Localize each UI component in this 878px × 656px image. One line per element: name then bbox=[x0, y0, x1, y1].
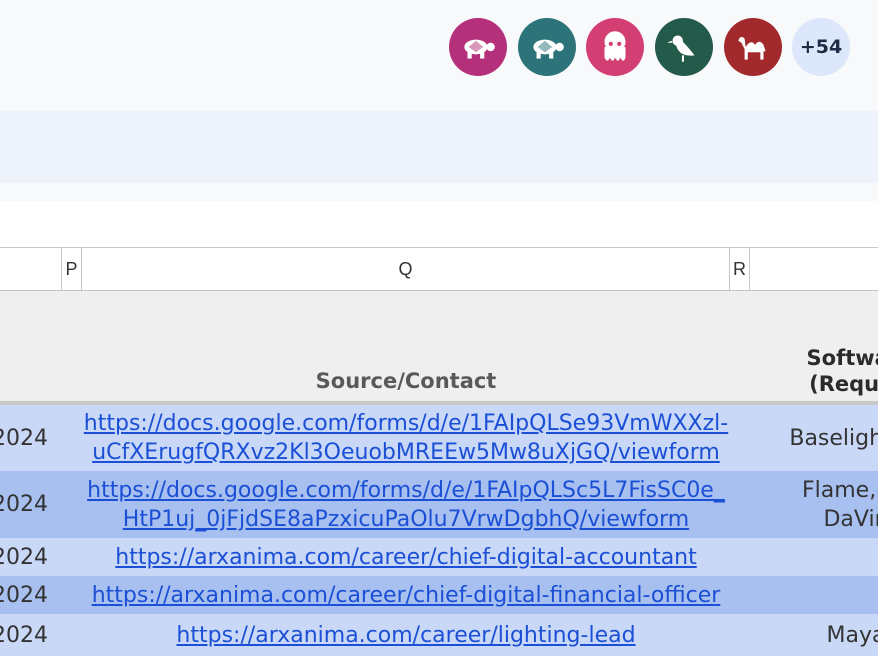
column-header-r[interactable]: R bbox=[730, 248, 750, 290]
column-header-q[interactable]: Q bbox=[82, 248, 730, 290]
camel-icon bbox=[738, 36, 766, 60]
source-link[interactable]: https://docs.google.com/forms/d/e/1FAIpQ… bbox=[82, 471, 730, 538]
header-software-line1: Software bbox=[806, 346, 878, 370]
date-cell[interactable]: 2024 bbox=[0, 405, 48, 471]
software-cell[interactable] bbox=[756, 576, 878, 614]
date-cell[interactable]: 2024 bbox=[0, 576, 48, 614]
table-header-row: Source/Contact Software (Require bbox=[0, 291, 878, 405]
table-row[interactable]: 2024 https://arxanima.com/career/chief-d… bbox=[0, 576, 878, 614]
avatar[interactable] bbox=[724, 18, 782, 76]
source-link[interactable]: https://docs.google.com/forms/d/e/1FAIpQ… bbox=[82, 405, 730, 471]
source-link-line2: HtP1uj_0jFjdSE8aPzxicuPaOlu7VrwDgbhQ/vie… bbox=[122, 506, 690, 532]
software-line1: Flame, Av bbox=[802, 477, 878, 503]
avatar[interactable] bbox=[586, 18, 644, 76]
source-link[interactable]: https://arxanima.com/career/chief-digita… bbox=[82, 538, 730, 576]
bird-icon bbox=[667, 35, 695, 62]
software-cell[interactable] bbox=[756, 538, 878, 576]
table-row[interactable]: 2024 https://docs.google.com/forms/d/e/1… bbox=[0, 471, 878, 538]
source-link[interactable]: https://arxanima.com/career/lighting-lea… bbox=[82, 614, 730, 656]
date-cell[interactable]: 2024 bbox=[0, 614, 48, 656]
software-line2: DaVin bbox=[823, 506, 878, 532]
header-software-line2: (Require bbox=[809, 372, 878, 396]
table-row[interactable]: 2024 https://arxanima.com/career/lightin… bbox=[0, 614, 878, 656]
software-cell[interactable]: Flame, Av DaVin bbox=[756, 471, 878, 538]
turtle-icon bbox=[533, 39, 564, 59]
avatar[interactable] bbox=[518, 18, 576, 76]
squid-icon bbox=[604, 31, 626, 61]
table-row[interactable]: 2024 https://arxanima.com/career/chief-d… bbox=[0, 538, 878, 576]
table-row[interactable]: 2024 https://docs.google.com/forms/d/e/1… bbox=[0, 405, 878, 471]
date-cell[interactable]: 2024 bbox=[0, 538, 48, 576]
column-header-o[interactable] bbox=[0, 248, 62, 290]
software-cell[interactable]: Baselight, D bbox=[756, 405, 878, 471]
column-headers: P Q R bbox=[0, 247, 878, 292]
source-link-line1: https://docs.google.com/forms/d/e/1FAIpQ… bbox=[87, 477, 725, 503]
software-cell[interactable]: Maya bbox=[756, 614, 878, 656]
header-source-contact[interactable]: Source/Contact bbox=[82, 369, 730, 393]
source-link-line2: uCfXErugfQRXvz2Kl3OeuobMREEw5Mw8uXjGQ/vi… bbox=[92, 440, 720, 465]
turtle-icon bbox=[464, 39, 495, 59]
avatar[interactable] bbox=[449, 18, 507, 76]
more-collaborators-badge[interactable]: +54 bbox=[792, 18, 850, 76]
source-link-line1: https://docs.google.com/forms/d/e/1FAIpQ… bbox=[83, 411, 729, 436]
column-header-p[interactable]: P bbox=[62, 248, 82, 290]
header-software[interactable]: Software (Require bbox=[760, 345, 878, 397]
avatar[interactable] bbox=[655, 18, 713, 76]
date-cell[interactable]: 2024 bbox=[0, 471, 48, 538]
toolbar bbox=[0, 111, 878, 183]
source-link[interactable]: https://arxanima.com/career/chief-digita… bbox=[82, 576, 730, 614]
software-line1: Baselight, D bbox=[789, 425, 878, 451]
top-bar: +54 bbox=[0, 0, 878, 110]
column-header-s[interactable] bbox=[750, 248, 878, 290]
formula-bar[interactable] bbox=[0, 201, 878, 247]
